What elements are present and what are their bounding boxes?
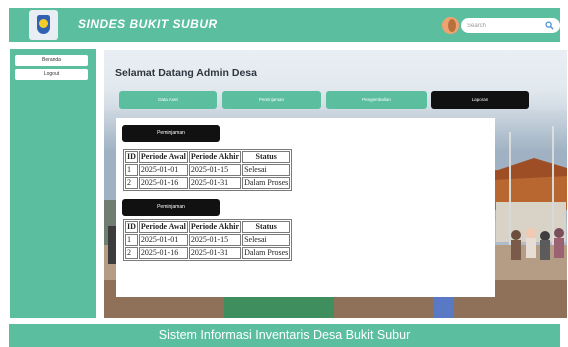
col-periode-awal-header: Periode Awal — [138, 221, 188, 233]
search-box[interactable] — [461, 18, 560, 33]
cell-status: Dalam Proses — [242, 177, 291, 189]
table-row: 2 2025-01-16 2025-01-31 Dalam Proses — [125, 177, 291, 189]
nav-laporan-button[interactable]: Laporan — [431, 91, 529, 109]
report-table: ID Periode Awal Periode Akhir Status 1 2… — [123, 219, 293, 261]
search-icon[interactable] — [545, 21, 554, 30]
col-status-header: Status — [242, 151, 291, 163]
cell-id: 1 — [125, 164, 138, 176]
cell-id: 1 — [125, 234, 138, 246]
app-title: SINDES BUKIT SUBUR — [78, 17, 218, 31]
table-header-row: ID Periode Awal Periode Akhir Status — [125, 221, 291, 233]
cell-periode-akhir: 2025-01-15 — [188, 234, 242, 246]
user-avatar-icon[interactable] — [442, 17, 459, 34]
col-periode-awal-header: Periode Awal — [138, 151, 188, 163]
cell-periode-akhir: 2025-01-31 — [188, 247, 242, 259]
header-bar: SINDES BUKIT SUBUR — [9, 8, 560, 42]
sidebar-item-beranda[interactable]: Beranda — [15, 55, 88, 66]
cell-periode-awal: 2025-01-01 — [138, 164, 188, 176]
sidebar: Beranda Logout — [10, 49, 96, 318]
cell-periode-awal: 2025-01-01 — [138, 234, 188, 246]
cell-periode-awal: 2025-01-16 — [138, 247, 188, 259]
nav-data-aset-button[interactable]: Data Aset — [119, 91, 217, 109]
report-title-badge: Peminjaman — [122, 125, 220, 142]
report-panel: Peminjaman ID Periode Awal Periode Akhir… — [116, 118, 495, 297]
table-header-row: ID Periode Awal Periode Akhir Status — [125, 151, 291, 163]
cell-id: 2 — [125, 177, 138, 189]
cell-status: Selesai — [242, 234, 291, 246]
cell-status: Dalam Proses — [242, 247, 291, 259]
table-row: 2 2025-01-16 2025-01-31 Dalam Proses — [125, 247, 291, 259]
col-periode-akhir-header: Periode Akhir — [188, 151, 242, 163]
nav-peminjaman-button[interactable]: Peminjaman — [222, 91, 321, 109]
report-title-badge: Peminjaman — [122, 199, 220, 216]
col-id-header: ID — [125, 151, 138, 163]
cell-periode-akhir: 2025-01-15 — [188, 164, 242, 176]
col-periode-akhir-header: Periode Akhir — [188, 221, 242, 233]
main-content: Selamat Datang Admin Desa Data Aset Pemi… — [104, 50, 567, 318]
cell-periode-akhir: 2025-01-31 — [188, 177, 242, 189]
page-title: Selamat Datang Admin Desa — [115, 67, 257, 79]
table-row: 1 2025-01-01 2025-01-15 Selesai — [125, 234, 291, 246]
search-input[interactable] — [467, 20, 537, 31]
col-status-header: Status — [242, 221, 291, 233]
cell-periode-awal: 2025-01-16 — [138, 177, 188, 189]
village-logo-icon — [29, 10, 58, 40]
col-id-header: ID — [125, 221, 138, 233]
nav-pengembalian-button[interactable]: Pengembalian — [326, 91, 427, 109]
report-table: ID Periode Awal Periode Akhir Status 1 2… — [123, 149, 293, 191]
sidebar-item-logout[interactable]: Logout — [15, 69, 88, 80]
table-row: 1 2025-01-01 2025-01-15 Selesai — [125, 164, 291, 176]
footer-bar: Sistem Informasi Inventaris Desa Bukit S… — [9, 324, 560, 347]
cell-status: Selesai — [242, 164, 291, 176]
footer-text: Sistem Informasi Inventaris Desa Bukit S… — [158, 328, 411, 342]
cell-id: 2 — [125, 247, 138, 259]
